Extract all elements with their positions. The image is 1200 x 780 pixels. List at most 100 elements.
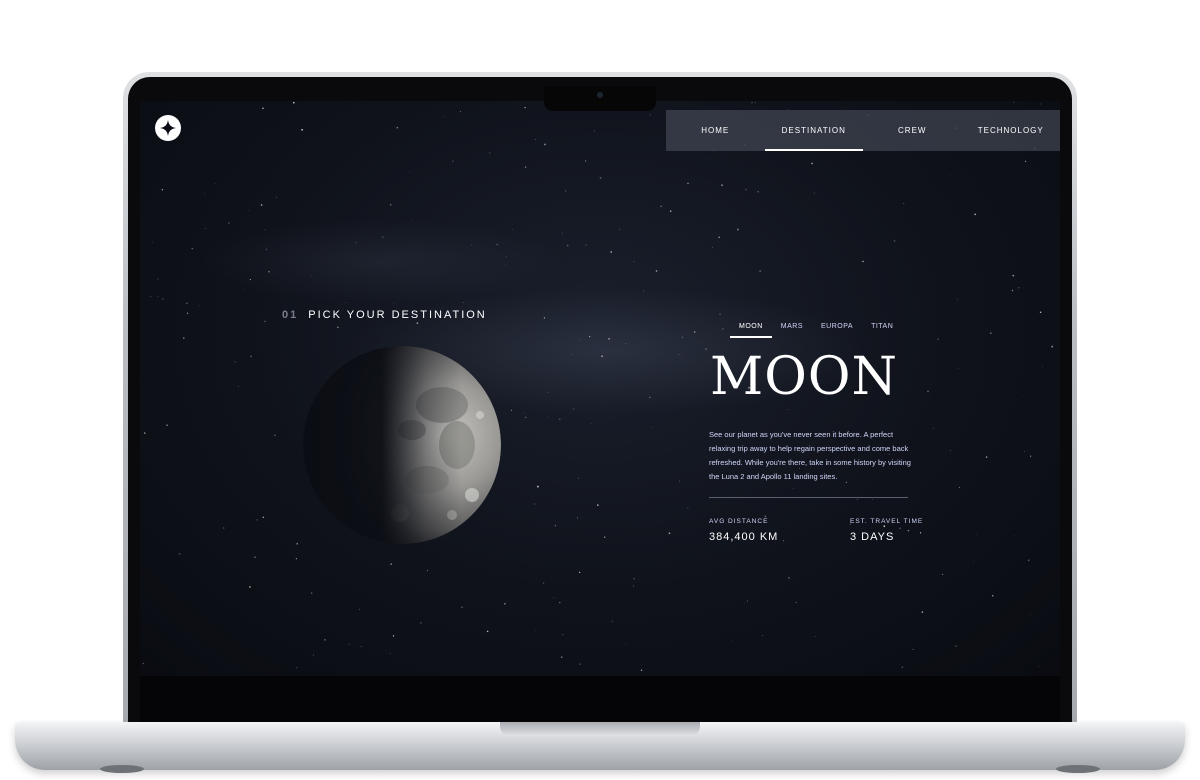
star — [295, 558, 298, 560]
star — [486, 630, 489, 633]
star — [157, 278, 159, 280]
star — [162, 298, 164, 300]
star — [265, 248, 268, 251]
star — [337, 326, 339, 329]
laptop-foot-right — [1056, 765, 1100, 773]
nav-home[interactable]: HOME — [666, 110, 765, 151]
star — [651, 426, 653, 428]
star — [561, 232, 563, 234]
star — [701, 321, 702, 323]
star — [795, 601, 797, 603]
star — [759, 270, 761, 272]
tab-europa[interactable]: EUROPA — [812, 323, 862, 338]
star — [806, 284, 808, 286]
star — [927, 390, 929, 393]
star — [489, 152, 491, 154]
star — [1022, 396, 1023, 398]
star — [254, 556, 256, 558]
star — [237, 385, 240, 387]
star — [533, 503, 536, 505]
star — [687, 507, 689, 509]
star — [721, 184, 723, 187]
star — [560, 656, 563, 658]
star — [345, 302, 346, 303]
star — [669, 210, 672, 212]
star — [409, 171, 410, 173]
star — [1051, 345, 1054, 348]
star — [149, 295, 152, 298]
star — [554, 525, 556, 527]
star — [496, 244, 498, 246]
stat-distance-label: AVG DISTANCE — [709, 518, 769, 525]
star — [578, 571, 581, 574]
star — [719, 313, 721, 315]
tab-moon[interactable]: MOON — [730, 323, 772, 338]
tab-mars[interactable]: MARS — [772, 323, 812, 338]
star — [619, 229, 621, 230]
star — [393, 303, 395, 305]
star — [757, 191, 759, 193]
star — [205, 228, 206, 229]
star — [604, 536, 606, 538]
star — [693, 331, 696, 333]
star — [718, 236, 720, 239]
star — [611, 620, 614, 623]
star — [186, 302, 188, 304]
star — [901, 666, 904, 668]
star — [625, 642, 627, 644]
star — [248, 209, 250, 211]
star — [191, 248, 193, 250]
star — [649, 114, 651, 116]
star — [311, 592, 313, 594]
camera-icon — [597, 92, 603, 98]
star — [311, 275, 312, 277]
star — [814, 636, 816, 637]
star — [355, 242, 357, 244]
star — [143, 432, 146, 434]
star — [705, 348, 707, 350]
nav-destination[interactable]: DESTINATION — [764, 110, 864, 151]
star — [950, 174, 951, 176]
star — [256, 519, 258, 521]
star — [392, 635, 395, 637]
star — [1024, 450, 1026, 452]
star — [668, 532, 671, 535]
star — [577, 517, 579, 519]
website-screen: HOME DESTINATION CREW TECHNOLOGY 01 PICK … — [140, 101, 1060, 676]
nav-technology[interactable]: TECHNOLOGY — [962, 110, 1061, 151]
star — [989, 332, 992, 334]
star — [348, 643, 350, 645]
nav-crew[interactable]: CREW — [863, 110, 962, 151]
star — [633, 577, 635, 580]
star — [1034, 264, 1035, 266]
star — [152, 241, 153, 243]
starfield-background — [140, 101, 1054, 676]
star — [937, 338, 939, 340]
star — [566, 244, 569, 247]
star — [736, 228, 739, 231]
star — [649, 396, 651, 399]
star — [389, 652, 391, 654]
star — [655, 270, 658, 272]
star — [553, 597, 555, 599]
star — [577, 477, 580, 479]
star — [973, 561, 975, 562]
star — [787, 408, 789, 410]
star-logo-icon[interactable] — [155, 115, 181, 141]
stat-travel-time-value: 3 DAYS — [850, 531, 895, 543]
star — [389, 203, 392, 206]
moon-image — [303, 346, 501, 544]
star — [360, 646, 362, 647]
laptop-opening-groove — [500, 722, 700, 736]
star — [976, 533, 977, 535]
destination-description: See our planet as you've never seen it b… — [709, 430, 911, 481]
stat-travel-time: EST. TRAVEL TIME 3 DAYS — [850, 518, 923, 543]
star — [426, 570, 428, 572]
star — [1036, 202, 1038, 204]
star — [296, 667, 298, 669]
star — [262, 107, 264, 110]
star — [678, 480, 681, 482]
star — [187, 312, 189, 314]
star — [505, 263, 507, 265]
tab-titan[interactable]: TITAN — [862, 323, 902, 338]
